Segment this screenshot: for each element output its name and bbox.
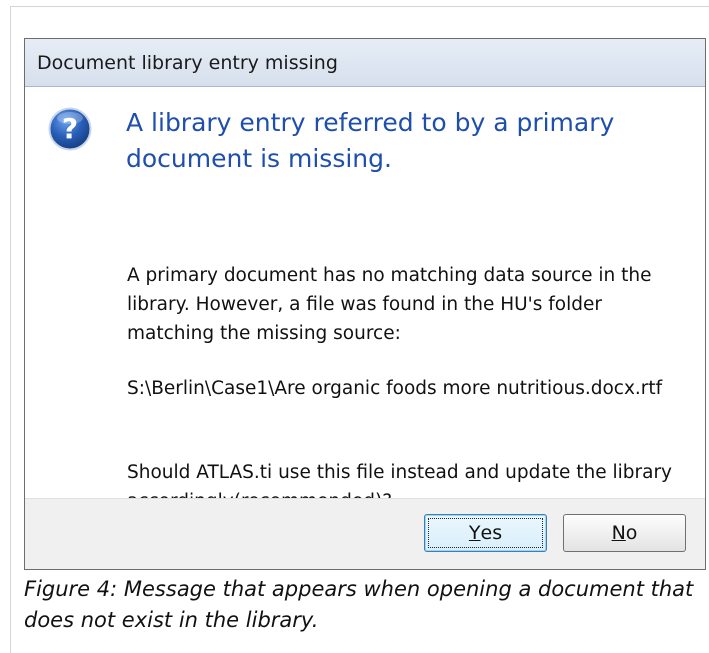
message-dialog: Document library entry missing ? A libra… (24, 38, 706, 570)
focus-rectangle: Yes (428, 518, 543, 548)
message-paragraph: A primary document has no matching data … (127, 265, 652, 344)
dialog-button-bar: Yes No (25, 498, 705, 569)
svg-text:?: ? (62, 112, 78, 145)
file-path-text: S:\Berlin\Case1\Are organic foods more n… (127, 378, 663, 399)
dialog-title: Document library entry missing (37, 51, 338, 74)
question-icon: ? (48, 107, 92, 151)
yes-button[interactable]: Yes (424, 514, 547, 552)
dialog-content: ? A library entry referred to by a prima… (25, 87, 705, 512)
figure-caption: Figure 4: Message that appears when open… (24, 577, 694, 632)
no-label: o (625, 522, 638, 544)
yes-mnemonic: Y (468, 522, 481, 544)
dialog-titlebar[interactable]: Document library entry missing (25, 39, 705, 87)
yes-label: es (480, 522, 503, 544)
no-button[interactable]: No (563, 514, 686, 552)
main-instruction: A library entry referred to by a primary… (126, 108, 615, 173)
no-mnemonic: N (611, 522, 626, 544)
page-rule-left (10, 6, 11, 653)
page-rule-top (10, 6, 709, 7)
